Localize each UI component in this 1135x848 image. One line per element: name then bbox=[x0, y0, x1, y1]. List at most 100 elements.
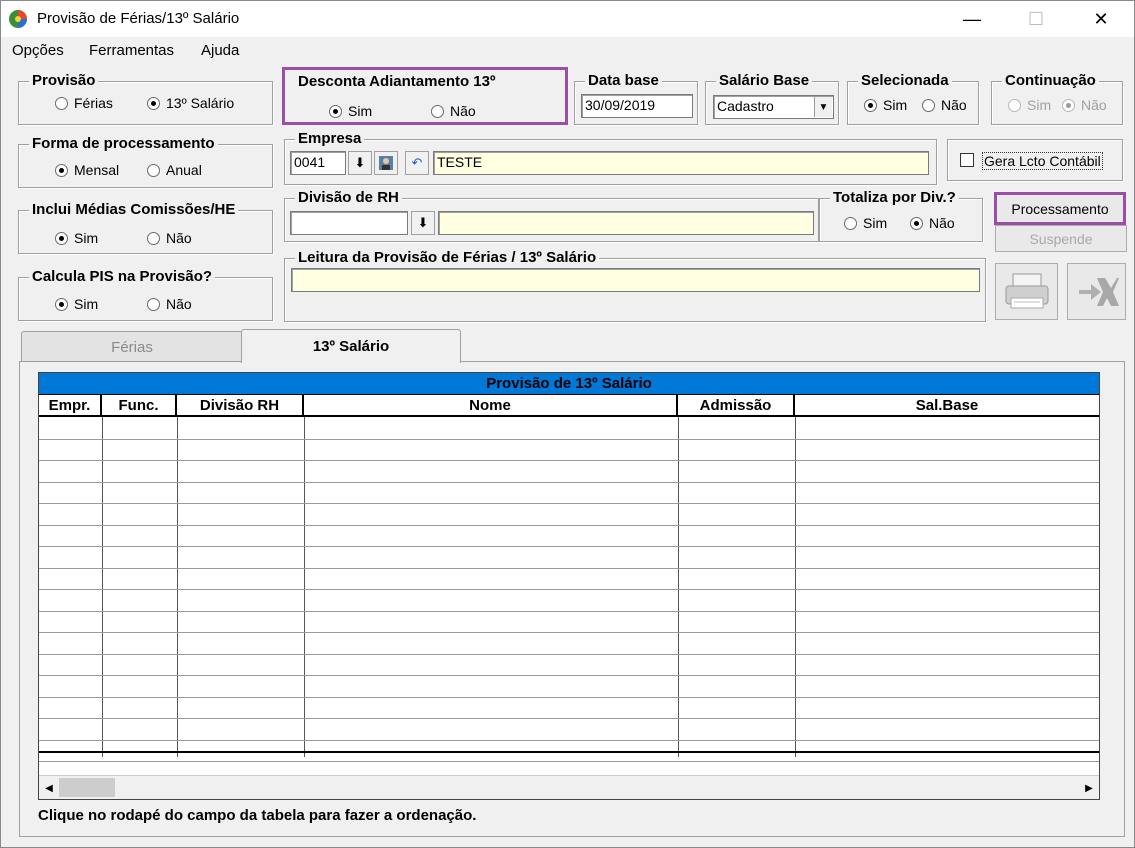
table-row bbox=[39, 653, 1099, 655]
close-button[interactable]: ✕ bbox=[1078, 1, 1124, 37]
column-header-nome[interactable]: Nome bbox=[304, 395, 678, 416]
column-header-func[interactable]: Func. bbox=[102, 395, 177, 416]
processamento-button[interactable]: Processamento bbox=[994, 192, 1126, 225]
radio-inclui-sim[interactable]: Sim bbox=[55, 230, 98, 246]
radio-label: Sim bbox=[863, 215, 888, 231]
radio-forma-mensal[interactable]: Mensal bbox=[55, 162, 119, 178]
continuacao-group: Continuação Sim Não bbox=[991, 72, 1123, 125]
radio-totaliza-sim[interactable]: Sim bbox=[844, 215, 887, 231]
radio-continuacao-sim: Sim bbox=[1008, 97, 1051, 113]
radio-provisao-ferias[interactable]: Férias bbox=[55, 95, 113, 111]
chevron-down-icon[interactable]: ▼ bbox=[814, 97, 832, 117]
column-header-empr[interactable]: Empr. bbox=[39, 395, 102, 416]
download-arrow-icon[interactable]: ⬇ bbox=[348, 151, 372, 175]
radio-calcula-nao[interactable]: Não bbox=[147, 296, 192, 312]
radio-dot bbox=[55, 96, 68, 110]
radio-label: 13º Salário bbox=[166, 95, 235, 111]
salario-base-title: Salário Base bbox=[716, 72, 813, 89]
minimize-button[interactable]: — bbox=[949, 1, 995, 37]
divisao-title: Divisão de RH bbox=[295, 189, 402, 206]
radio-label: Não bbox=[450, 103, 476, 119]
grid-header: Empr. Func. Divisão RH Nome Admissão Sal… bbox=[39, 394, 1099, 417]
radio-label: Não bbox=[166, 296, 192, 312]
table-row bbox=[39, 675, 1099, 676]
radio-label: Anual bbox=[166, 162, 202, 178]
table-row bbox=[39, 567, 1099, 569]
footer-note: Clique no rodapé do campo da tabela para… bbox=[38, 807, 477, 824]
empresa-code-input[interactable]: 0041 bbox=[290, 151, 346, 175]
radio-inclui-nao[interactable]: Não bbox=[147, 230, 192, 246]
window-title: Provisão de Férias/13º Salário bbox=[37, 10, 240, 27]
leitura-group: Leitura da Provisão de Férias / 13º Salá… bbox=[284, 249, 986, 322]
radio-label: Sim bbox=[348, 103, 373, 119]
forma-group: Forma de processamento Mensal Anual bbox=[18, 135, 273, 188]
continuacao-title: Continuação bbox=[1002, 72, 1099, 89]
menu-opcoes[interactable]: Opções bbox=[12, 42, 64, 59]
grid-column-line bbox=[795, 417, 796, 757]
tab-ferias[interactable]: Férias bbox=[21, 331, 243, 363]
data-base-group: Data base 30/09/2019 bbox=[574, 72, 698, 125]
radio-dot bbox=[55, 231, 68, 245]
radio-dot bbox=[1008, 98, 1021, 112]
radio-dot bbox=[147, 163, 160, 177]
gera-lcto-label[interactable]: Gera Lcto Contábil bbox=[982, 152, 1103, 170]
radio-desconta-sim[interactable]: Sim bbox=[329, 103, 372, 119]
data-base-input[interactable]: 30/09/2019 bbox=[581, 94, 693, 118]
radio-label: Não bbox=[166, 230, 192, 246]
data-base-title: Data base bbox=[585, 72, 662, 89]
calcula-title: Calcula PIS na Provisão? bbox=[29, 268, 216, 285]
column-header-admissao[interactable]: Admissão bbox=[678, 395, 795, 416]
scroll-thumb[interactable] bbox=[59, 778, 115, 797]
menu-ferramentas[interactable]: Ferramentas bbox=[89, 42, 174, 59]
scroll-left-icon[interactable]: ◀ bbox=[40, 778, 58, 798]
printer-icon[interactable] bbox=[995, 263, 1058, 320]
table-row bbox=[39, 696, 1099, 698]
inclui-title: Inclui Médias Comissões/HE bbox=[29, 201, 239, 218]
desconta-title: Desconta Adiantamento 13º bbox=[295, 73, 499, 90]
search-person-icon[interactable] bbox=[374, 151, 398, 175]
leitura-field bbox=[291, 268, 980, 292]
grid-column-line bbox=[102, 417, 103, 757]
radio-label: Não bbox=[941, 97, 967, 113]
data-grid[interactable]: Provisão de 13º Salário Empr. Func. Divi… bbox=[38, 372, 1100, 800]
radio-dot bbox=[431, 104, 444, 118]
provisao-title: Provisão bbox=[29, 72, 99, 89]
gera-lcto-checkbox[interactable] bbox=[960, 153, 974, 167]
table-row bbox=[39, 610, 1099, 612]
horizontal-scrollbar[interactable]: ◀ ▶ bbox=[39, 775, 1099, 799]
radio-selecionada-sim[interactable]: Sim bbox=[864, 97, 907, 113]
salario-base-select[interactable]: Cadastro ▼ bbox=[713, 95, 834, 119]
radio-totaliza-nao[interactable]: Não bbox=[910, 215, 955, 231]
radio-forma-anual[interactable]: Anual bbox=[147, 162, 202, 178]
grid-column-line bbox=[177, 417, 178, 757]
radio-calcula-sim[interactable]: Sim bbox=[55, 296, 98, 312]
column-header-salbase[interactable]: Sal.Base bbox=[795, 395, 1099, 416]
selecionada-group: Selecionada Sim Não bbox=[847, 72, 979, 125]
maximize-button[interactable]: ☐ bbox=[1013, 1, 1059, 37]
calcula-group: Calcula PIS na Provisão? Sim Não bbox=[18, 268, 273, 321]
selecionada-title: Selecionada bbox=[858, 72, 952, 89]
radio-dot bbox=[864, 98, 877, 112]
tab-13-salario[interactable]: 13º Salário bbox=[241, 329, 461, 363]
radio-label: Não bbox=[929, 215, 955, 231]
table-row bbox=[39, 632, 1099, 633]
divisao-code-input[interactable] bbox=[290, 211, 408, 235]
main-window: Provisão de Férias/13º Salário — ☐ ✕ Opç… bbox=[0, 0, 1135, 848]
excel-export-icon[interactable] bbox=[1067, 263, 1126, 320]
radio-dot bbox=[922, 98, 935, 112]
column-header-divisao[interactable]: Divisão RH bbox=[177, 395, 304, 416]
radio-desconta-nao[interactable]: Não bbox=[431, 103, 476, 119]
radio-selecionada-nao[interactable]: Não bbox=[922, 97, 967, 113]
leitura-title: Leitura da Provisão de Férias / 13º Salá… bbox=[295, 249, 600, 266]
salario-base-group: Salário Base Cadastro ▼ bbox=[705, 72, 839, 125]
table-row bbox=[39, 503, 1099, 504]
menu-ajuda[interactable]: Ajuda bbox=[201, 42, 239, 59]
menu-bar: Opções Ferramentas Ajuda bbox=[1, 37, 1134, 65]
radio-provisao-13[interactable]: 13º Salário bbox=[147, 95, 234, 111]
scroll-right-icon[interactable]: ▶ bbox=[1080, 778, 1098, 798]
empresa-group: Empresa 0041 ⬇ ↶ TESTE bbox=[284, 130, 937, 185]
radio-label: Sim bbox=[883, 97, 908, 113]
download-arrow-icon[interactable]: ⬇ bbox=[411, 211, 435, 235]
undo-icon[interactable]: ↶ bbox=[405, 151, 429, 175]
suspende-button: Suspende bbox=[995, 225, 1127, 252]
